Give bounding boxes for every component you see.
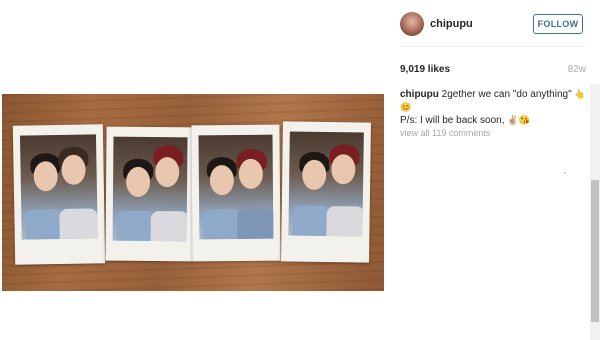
polaroid-3-image bbox=[198, 134, 274, 240]
likes-count[interactable]: 9,019 likes bbox=[400, 64, 450, 75]
follow-button[interactable]: FOLLOW bbox=[533, 14, 583, 34]
caption-text-1: 2gether we can "do anything" bbox=[441, 89, 572, 100]
scrollbar-thumb[interactable] bbox=[591, 180, 599, 322]
post-photo[interactable] bbox=[2, 94, 384, 291]
polaroid-4 bbox=[281, 121, 371, 263]
caption-line-1: chipupu 2gether we can "do anything" 👆 bbox=[400, 88, 586, 101]
polaroid-1-image bbox=[19, 134, 98, 240]
caption-line-2: 😊 bbox=[400, 101, 586, 114]
view-all-comments-link[interactable]: view all 119 comments bbox=[400, 128, 490, 138]
caption: chipupu 2gether we can "do anything" 👆 😊… bbox=[400, 88, 586, 127]
caption-username[interactable]: chipupu bbox=[400, 89, 439, 100]
caption-text-3: P/s: I will be back soon, bbox=[400, 115, 505, 126]
polaroid-2-image bbox=[112, 136, 188, 242]
post-author-username[interactable]: chipupu bbox=[430, 18, 473, 30]
peace-kiss-emoji-icon: ✌🏼😘 bbox=[507, 115, 530, 125]
smile-emoji-icon: 😊 bbox=[400, 102, 412, 112]
avatar[interactable] bbox=[400, 12, 424, 36]
polaroid-2 bbox=[105, 126, 195, 262]
caption-line-3: P/s: I will be back soon, ✌🏼😘 bbox=[400, 114, 586, 127]
polaroid-4-image bbox=[288, 131, 364, 237]
polaroid-1 bbox=[12, 124, 106, 265]
post-age[interactable]: 82w bbox=[568, 64, 586, 75]
post-sidebar: chipupu FOLLOW 9,019 likes 82w chipupu 2… bbox=[386, 0, 600, 340]
photo-pane bbox=[0, 0, 386, 340]
polaroid-3 bbox=[191, 124, 281, 262]
header-divider bbox=[400, 46, 586, 47]
comments-scrollbar[interactable] bbox=[590, 84, 600, 340]
stray-dot bbox=[564, 172, 566, 174]
pointing-up-emoji-icon: 👆 bbox=[574, 89, 586, 99]
